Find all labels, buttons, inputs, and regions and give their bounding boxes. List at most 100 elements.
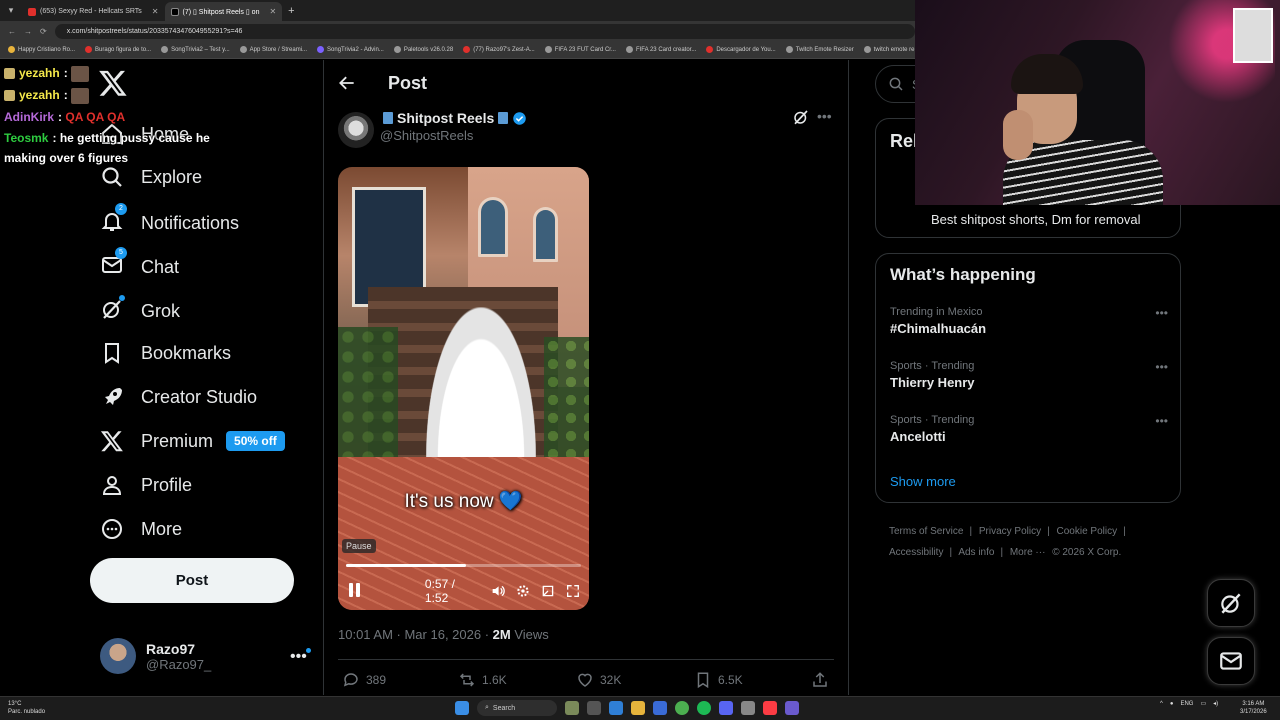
account-switcher[interactable]: Razo97 @Razo97_	[100, 638, 211, 674]
bookmark-item[interactable]: Happy Cristiano Ro...	[8, 46, 75, 53]
music-icon[interactable]	[763, 701, 777, 715]
network-icon[interactable]: ▭	[1200, 700, 1206, 707]
nav-explore[interactable]: Explore	[100, 165, 202, 189]
webcam-poster	[1233, 8, 1273, 63]
volume-icon[interactable]: ◂)	[1213, 700, 1218, 707]
nav-more[interactable]: More	[100, 517, 182, 541]
bookmark-item[interactable]: SongTrivia2 - Advin...	[317, 46, 384, 53]
verified-icon	[513, 111, 526, 125]
trend-more-icon[interactable]: •••	[1155, 414, 1168, 428]
bookmark-item[interactable]: FIFA 23 FUT Card Cr...	[544, 46, 616, 53]
post-button[interactable]: Post	[90, 558, 294, 603]
grok-fab-button[interactable]	[1207, 579, 1255, 627]
weather-widget[interactable]: 13°C Parc. nublado	[8, 700, 45, 716]
like-button[interactable]: 32K	[576, 671, 621, 689]
discord-icon[interactable]	[719, 701, 733, 715]
back-arrow-icon[interactable]	[337, 73, 357, 93]
picture-in-picture-icon[interactable]	[540, 583, 556, 599]
forward-icon[interactable]: →	[24, 27, 32, 36]
fullscreen-icon[interactable]	[565, 583, 581, 599]
mic-icon[interactable]: ●	[1170, 701, 1174, 707]
show-more-link[interactable]: Show more	[890, 474, 956, 489]
browser-tab-active[interactable]: (7) ▯ Shitpost Reels ▯ on ✕	[164, 2, 283, 21]
volume-icon[interactable]	[490, 583, 506, 599]
footer-link[interactable]: More ···	[1010, 547, 1046, 558]
taskbar-clock[interactable]: 3:16 AM 3/17/2026	[1240, 700, 1267, 716]
footer-link[interactable]: Privacy Policy	[979, 526, 1041, 537]
reply-count: 389	[366, 673, 387, 687]
reply-button[interactable]: 389	[342, 671, 386, 689]
bookmark-item[interactable]: Descargador de You...	[706, 46, 776, 53]
bookmark-item[interactable]: FIFA 23 Card creator...	[625, 46, 696, 53]
footer-link[interactable]: Ads info	[958, 547, 994, 558]
new-tab-icon[interactable]: +	[288, 5, 294, 17]
nav-grok-label: Grok	[141, 301, 181, 321]
bookmark-item[interactable]: twitch emote re...	[863, 46, 919, 53]
author-avatar[interactable]	[338, 112, 374, 148]
repost-button[interactable]: 1.6K	[458, 671, 507, 689]
bookmark-item[interactable]: App Store / Streami...	[239, 46, 307, 53]
browser-tab[interactable]: (653) Sexyy Red - Hellcats SRTs ✕	[22, 2, 165, 21]
reload-icon[interactable]: ⟳	[40, 27, 47, 36]
author-name[interactable]: Shitpost Reels	[383, 110, 527, 126]
tab-list-icon[interactable]: ▾	[0, 5, 22, 16]
trend-item[interactable]: Sports · Trending Ancelotti •••	[890, 414, 1170, 444]
widget-icon[interactable]	[565, 701, 579, 715]
nav-bookmarks[interactable]: Bookmarks	[100, 341, 231, 365]
chevron-up-icon[interactable]: ^	[1160, 701, 1163, 707]
trend-more-icon[interactable]: •••	[1155, 306, 1168, 320]
video-frame	[478, 197, 508, 257]
nav-grok[interactable]: Grok	[100, 295, 181, 326]
bookmark-item[interactable]: Twitch Emote Resizer	[785, 46, 854, 53]
taskbar-search[interactable]: ⌕ Search	[477, 700, 557, 716]
bookmark-icon	[239, 46, 247, 53]
badge-icon	[4, 68, 15, 80]
close-icon[interactable]: ✕	[269, 7, 276, 16]
messages-fab-button[interactable]	[1207, 637, 1255, 685]
spotify-icon[interactable]	[697, 701, 711, 715]
bookmark-icon	[105, 343, 119, 364]
back-icon[interactable]: ←	[8, 27, 16, 36]
explorer-icon[interactable]	[631, 701, 645, 715]
chrome-icon[interactable]	[675, 701, 689, 715]
settings-icon[interactable]	[515, 583, 531, 599]
store-icon[interactable]	[653, 701, 667, 715]
nav-creator-studio[interactable]: Creator Studio	[100, 385, 257, 409]
bookmark-item[interactable]: Burago figura de to...	[85, 46, 151, 53]
video-caption: It's us now 💙	[404, 491, 523, 512]
trend-item[interactable]: Sports · Trending Thierry Henry •••	[890, 360, 1170, 390]
video-progress-bar[interactable]	[346, 564, 581, 567]
app-icon[interactable]	[741, 701, 755, 715]
nav-premium-label: Premium	[141, 430, 214, 451]
nav-chat[interactable]: 5 Chat	[100, 247, 179, 282]
share-button[interactable]	[811, 671, 829, 689]
language-indicator[interactable]: ENG	[1180, 701, 1193, 707]
bookmark-item[interactable]: SongTrivia2 – Test y...	[161, 46, 230, 53]
task-view-icon[interactable]	[587, 701, 601, 715]
post-more-icon[interactable]: •••	[817, 108, 832, 124]
windows-start-icon[interactable]	[455, 701, 469, 715]
pause-icon[interactable]	[349, 583, 363, 599]
trend-more-icon[interactable]: •••	[1155, 360, 1168, 374]
footer-link[interactable]: Terms of Service	[889, 526, 963, 537]
nav-notifications[interactable]: 2 Notifications	[100, 203, 239, 238]
close-icon[interactable]: ✕	[152, 7, 159, 16]
url-field[interactable]: x.com/shitpostreels/status/2033574347604…	[54, 23, 915, 39]
video-player[interactable]: It's us now 💙 Pause 0:57 / 1:52	[338, 167, 589, 610]
bookmark-item[interactable]: (77) Razo97's Zest-A...	[463, 46, 535, 53]
edge-icon[interactable]	[609, 701, 623, 715]
nav-premium[interactable]: Premium 50% off	[100, 429, 285, 453]
account-more-icon[interactable]: •••	[290, 648, 311, 666]
youtube-icon	[28, 7, 36, 16]
grok-icon[interactable]	[792, 108, 810, 126]
author-handle[interactable]: @ShitpostReels	[380, 128, 473, 143]
nav-profile[interactable]: Profile	[100, 473, 192, 497]
app-icon[interactable]	[785, 701, 799, 715]
footer-link[interactable]: Cookie Policy	[1057, 526, 1118, 537]
footer-link[interactable]: Accessibility	[889, 547, 943, 558]
reply-icon	[343, 673, 358, 687]
bookmark-button[interactable]: 6.5K	[694, 671, 743, 689]
weather-temp: 13°C	[8, 701, 22, 707]
bookmark-item[interactable]: Paletools v26.0.28	[393, 46, 453, 53]
trend-item[interactable]: Trending in Mexico #Chimalhuacán •••	[890, 306, 1170, 336]
